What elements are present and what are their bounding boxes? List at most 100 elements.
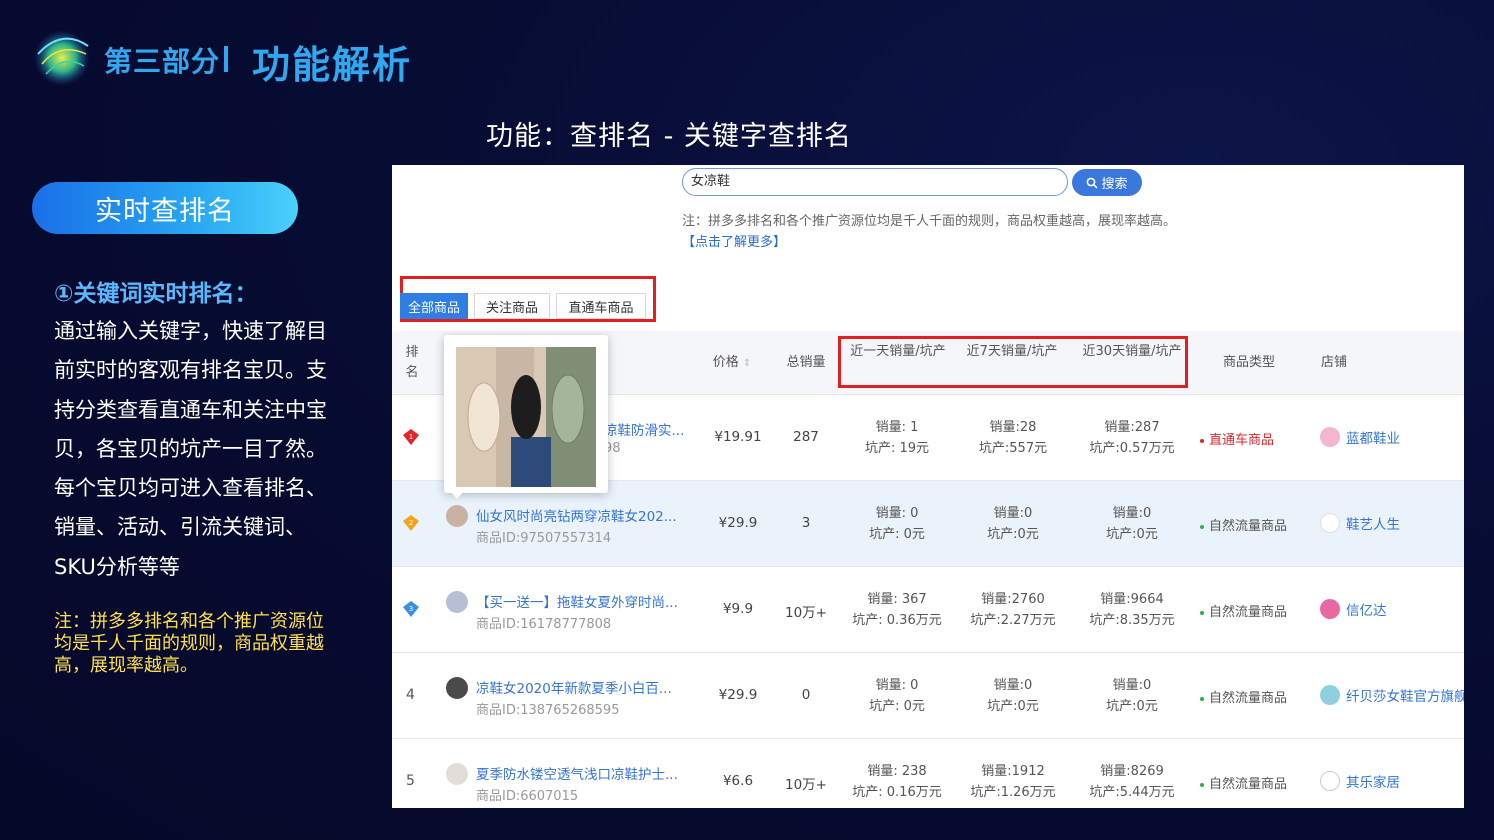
product-id: 商品ID:16178777808 [476, 617, 612, 632]
product-total-sales: 10万+ [785, 605, 827, 621]
header-price-label: 价格 [712, 355, 739, 370]
product-total-sales: 287 [793, 429, 819, 445]
store-logo-icon [1320, 427, 1340, 447]
product-name[interactable]: 凉鞋防滑实... [604, 419, 684, 439]
svg-text:1: 1 [409, 433, 413, 441]
product-price: ¥19.91 [714, 429, 762, 445]
learn-more-link[interactable]: 【点击了解更多】 [682, 235, 786, 250]
day1-gmv: 坑产: 0元 [869, 699, 925, 714]
product-thumbnail[interactable] [446, 591, 468, 613]
day7-gmv: 坑产:1.26万元 [970, 785, 1056, 800]
day30-gmv: 坑产:0元 [1106, 527, 1158, 542]
product-name[interactable]: 仙女风时尚亮钻两穿凉鞋女202... [476, 505, 677, 525]
product-name[interactable]: 夏季防水镂空透气浅口凉鞋护士... [476, 763, 678, 783]
product-name[interactable]: 【买一送一】拖鞋女夏外穿时尚... [476, 591, 678, 611]
store-link[interactable]: 鞋艺人生 [1320, 513, 1400, 533]
store-logo-icon [1320, 513, 1340, 533]
day30-sales: 销量:287 [1104, 420, 1160, 435]
feature-description: 通过输入关键字，快速了解目前实时的客观有排名宝贝。支持分类查看直通车和关注中宝贝… [54, 319, 327, 579]
table-row[interactable]: 5 夏季防水镂空透气浅口凉鞋护士... 商品ID:6607015 ¥6.6 10… [392, 739, 1464, 808]
store-link[interactable]: 纤贝莎女鞋官方旗舰 [1320, 685, 1464, 705]
day30-stats: 销量:0 坑产:0元 [1077, 503, 1187, 545]
realtime-rank-pill: 实时查排名 [32, 182, 298, 234]
day7-gmv: 坑产:0元 [987, 527, 1039, 542]
day7-gmv: 坑产:0元 [987, 699, 1039, 714]
sandals-photo-icon [456, 347, 596, 487]
rank-number: 4 [406, 687, 415, 703]
product-thumbnail[interactable] [446, 763, 468, 785]
type-dot-icon [1200, 438, 1204, 443]
product-type: 自然流量商品 [1200, 601, 1287, 620]
type-dot-icon [1200, 524, 1204, 529]
day1-gmv: 坑产: 0元 [869, 527, 925, 542]
store-link[interactable]: 信亿达 [1320, 599, 1387, 619]
day7-stats: 销量:1912 坑产:1.26万元 [958, 761, 1068, 803]
product-preview-image [456, 347, 596, 487]
product-type-label: 自然流量商品 [1209, 519, 1288, 534]
rank-query-screenshot: 女凉鞋 搜索 注：拼多多排名和各个推广资源位均是千人千面的规则，商品权重越高，展… [392, 165, 1464, 808]
store-logo-icon [1320, 599, 1340, 619]
day7-stats: 销量:2760 坑产:2.27万元 [958, 589, 1068, 631]
day1-stats: 销量: 367 坑产: 0.36万元 [842, 589, 952, 631]
popup-arrow [450, 491, 464, 499]
store-link[interactable]: 其乐家居 [1320, 771, 1400, 791]
product-type-label: 直通车商品 [1209, 433, 1275, 448]
day7-sales: 销量:0 [993, 678, 1033, 693]
day1-stats: 销量: 0 坑产: 0元 [842, 503, 952, 545]
store-name: 其乐家居 [1346, 775, 1400, 791]
keyword-search-input[interactable]: 女凉鞋 [682, 168, 1068, 196]
day1-gmv: 坑产: 19元 [864, 441, 930, 456]
product-type: 自然流量商品 [1200, 687, 1287, 706]
product-type-label: 自然流量商品 [1209, 777, 1288, 792]
panel-note-text: 注：拼多多排名和各个推广资源位均是千人千面的规则，商品权重越高，展现率越高。 [682, 214, 1177, 229]
product-price: ¥29.9 [718, 515, 758, 531]
day30-stats: 销量:0 坑产:0元 [1077, 675, 1187, 717]
product-name[interactable]: 凉鞋女2020年新款夏季小白百... [476, 677, 672, 697]
product-price: ¥9.9 [722, 601, 754, 617]
day7-sales: 销量:2760 [981, 592, 1045, 607]
day1-stats: 销量: 0 坑产: 0元 [842, 675, 952, 717]
day30-gmv: 坑产:0元 [1106, 699, 1158, 714]
rank-number: 5 [406, 773, 415, 789]
day1-stats: 销量: 238 坑产: 0.16万元 [842, 761, 952, 803]
tab-followed-products[interactable]: 关注商品 [474, 293, 550, 319]
search-button[interactable]: 搜索 [1072, 169, 1142, 196]
day1-gmv: 坑产: 0.16万元 [852, 785, 942, 800]
day30-stats: 销量:287 坑产:0.57万元 [1077, 417, 1187, 459]
product-total-sales: 0 [801, 687, 811, 703]
keyword-rank-heading: ①关键词实时排名： [54, 281, 258, 307]
product-type: 自然流量商品 [1200, 515, 1287, 534]
store-name: 信亿达 [1346, 603, 1387, 619]
product-thumbnail[interactable] [446, 505, 468, 527]
feature-title: 功能：查排名 - 关键字查排名 [486, 121, 852, 152]
tab-all-products[interactable]: 全部商品 [400, 293, 468, 319]
type-dot-icon [1200, 696, 1204, 701]
product-price: ¥29.9 [718, 687, 758, 703]
rules-note: 注：拼多多排名和各个推广资源位均是千人千面的规则，商品权重越高，展现率越高。 [54, 611, 324, 676]
brand-logo-icon [34, 30, 90, 86]
search-button-label: 搜索 [1101, 177, 1128, 192]
store-logo-icon [1320, 685, 1340, 705]
product-price: ¥6.6 [722, 773, 754, 789]
store-name: 蓝都鞋业 [1346, 431, 1400, 447]
table-row[interactable]: 2 仙女风时尚亮钻两穿凉鞋女202... 商品ID:97507557314 ¥2… [392, 481, 1464, 567]
product-type: 直通车商品 [1200, 429, 1274, 448]
product-type-label: 自然流量商品 [1209, 691, 1288, 706]
table-row[interactable]: 3 【买一送一】拖鞋女夏外穿时尚... 商品ID:16178777808 ¥9.… [392, 567, 1464, 653]
product-id: 商品ID:97507557314 [476, 531, 612, 546]
tab-express-products[interactable]: 直通车商品 [556, 293, 646, 319]
panel-note: 注：拼多多排名和各个推广资源位均是千人千面的规则，商品权重越高，展现率越高。 【… [682, 211, 1182, 253]
header-price[interactable]: 价格 ⇕ [704, 353, 760, 374]
store-link[interactable]: 蓝都鞋业 [1320, 427, 1400, 447]
product-id: 商品ID:138765268595 [476, 703, 620, 718]
type-dot-icon [1200, 782, 1204, 787]
product-type-label: 自然流量商品 [1209, 605, 1288, 620]
product-total-sales: 10万+ [785, 777, 827, 793]
table-row[interactable]: 4 凉鞋女2020年新款夏季小白百... 商品ID:138765268595 ¥… [392, 653, 1464, 739]
rank-badge-red-icon: 1 [403, 429, 419, 445]
header-store: 店铺 [1320, 355, 1347, 370]
day30-sales: 销量:0 [1112, 506, 1152, 521]
product-thumbnail[interactable] [446, 677, 468, 699]
day1-sales: 销量: 367 [867, 592, 927, 607]
section-label: 第三部分 [104, 45, 221, 78]
